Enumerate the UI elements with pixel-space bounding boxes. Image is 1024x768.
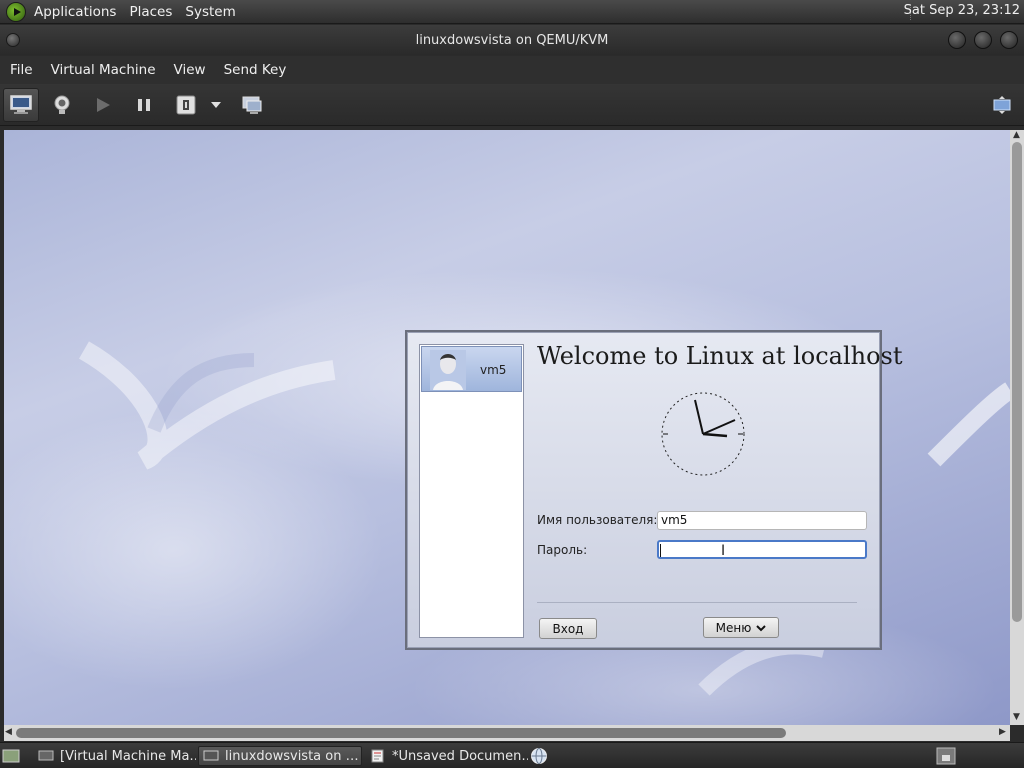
task-virtual-machine-manager[interactable]: [Virtual Machine Ma… [34,746,196,766]
top-panel-menu: Applications Places System [34,4,249,20]
window-title: linuxdowsvista on QEMU/KVM [415,32,609,48]
run-icon [97,98,110,112]
task-linuxdowsvista[interactable]: linuxdowsvista on … [198,746,362,766]
close-button[interactable] [1000,31,1018,49]
menu-applications[interactable]: Applications [34,4,124,20]
scroll-left-icon[interactable]: ◀ [5,727,12,737]
details-button[interactable] [44,88,80,122]
task-label: linuxdowsvista on … [225,748,359,764]
shutdown-icon [176,95,196,115]
panel-clock[interactable]: Sat Sep 23, 23:12 [904,3,1020,18]
distro-logo-icon[interactable] [6,1,26,22]
workspace-icon [936,747,956,765]
maximize-button[interactable] [974,31,992,49]
shutdown-dropdown[interactable] [203,88,229,122]
task-browser[interactable] [530,746,552,766]
analog-clock-icon [661,392,745,476]
ibeam-cursor-icon: I [721,543,726,559]
login-button[interactable]: Вход [539,618,597,639]
text-cursor [660,544,661,557]
user-list[interactable]: vm5 [419,344,524,638]
menubar: File Virtual Machine View Send Key [0,56,1024,84]
bottom-taskbar: [Virtual Machine Ma… linuxdowsvista on …… [0,742,1024,768]
horizontal-scroll-thumb[interactable] [16,728,786,738]
chevron-down-icon [756,624,767,631]
pause-button[interactable] [126,88,162,122]
console-button[interactable] [3,88,39,122]
vm-console-icon [203,750,219,761]
user-avatar-icon [430,350,466,390]
fullscreen-icon [993,96,1011,114]
show-desktop-icon [2,749,20,763]
minimize-button[interactable] [948,31,966,49]
dialog-separator [537,602,857,603]
window-titlebar[interactable]: linuxdowsvista on QEMU/KVM [0,25,1024,55]
details-icon [54,95,70,114]
pause-icon [138,99,150,111]
shutdown-button[interactable] [168,88,204,122]
globe-icon [531,748,547,764]
task-unsaved-document[interactable]: *Unsaved Documen… [366,746,528,766]
scroll-up-icon[interactable]: ▲ [1013,130,1020,140]
dropdown-arrow-icon [211,102,221,108]
menu-places[interactable]: Places [129,4,180,20]
workspace-switcher[interactable] [936,746,958,766]
welcome-title: Welcome to Linux at localhost [537,342,903,370]
password-label: Пароль: [537,543,588,557]
menu-system[interactable]: System [185,4,243,20]
menu-file[interactable]: File [10,62,33,78]
show-desktop-button[interactable] [2,746,24,766]
scroll-right-icon[interactable]: ▶ [999,727,1006,737]
vertical-scrollbar[interactable]: ▲ ▼ [1010,130,1024,725]
vm-manager-icon [38,750,54,761]
vertical-scroll-thumb[interactable] [1012,142,1022,622]
menu-virtual-machine[interactable]: Virtual Machine [51,62,156,78]
toolbar [0,84,1024,126]
username-label: Имя пользователя: [537,513,658,527]
username-field[interactable]: vm5 [657,511,867,530]
password-field[interactable] [657,540,867,559]
run-button[interactable] [85,88,121,122]
task-label: [Virtual Machine Ma… [60,748,196,764]
user-entry-vm5[interactable]: vm5 [421,346,522,392]
login-dialog: vm5 Welcome to Linux at localhost Имя по… [405,330,902,650]
horizontal-scrollbar[interactable]: ◀ ▶ [4,725,1010,741]
window-menu-icon[interactable] [6,33,20,47]
menu-button-label: Меню [715,620,752,635]
task-label: *Unsaved Documen… [392,748,528,764]
text-editor-icon [371,749,384,763]
screenshot-icon [242,96,262,114]
console-icon [10,95,32,114]
user-entry-name: vm5 [480,363,507,377]
screenshot-button[interactable] [234,88,270,122]
fullscreen-button[interactable] [984,88,1020,122]
top-panel: Applications Places System Sat Sep 23, 2… [0,0,1024,24]
menu-send-key[interactable]: Send Key [224,62,287,78]
menu-view[interactable]: View [174,62,206,78]
scroll-down-icon[interactable]: ▼ [1013,712,1020,722]
menu-button[interactable]: Меню [703,617,779,638]
